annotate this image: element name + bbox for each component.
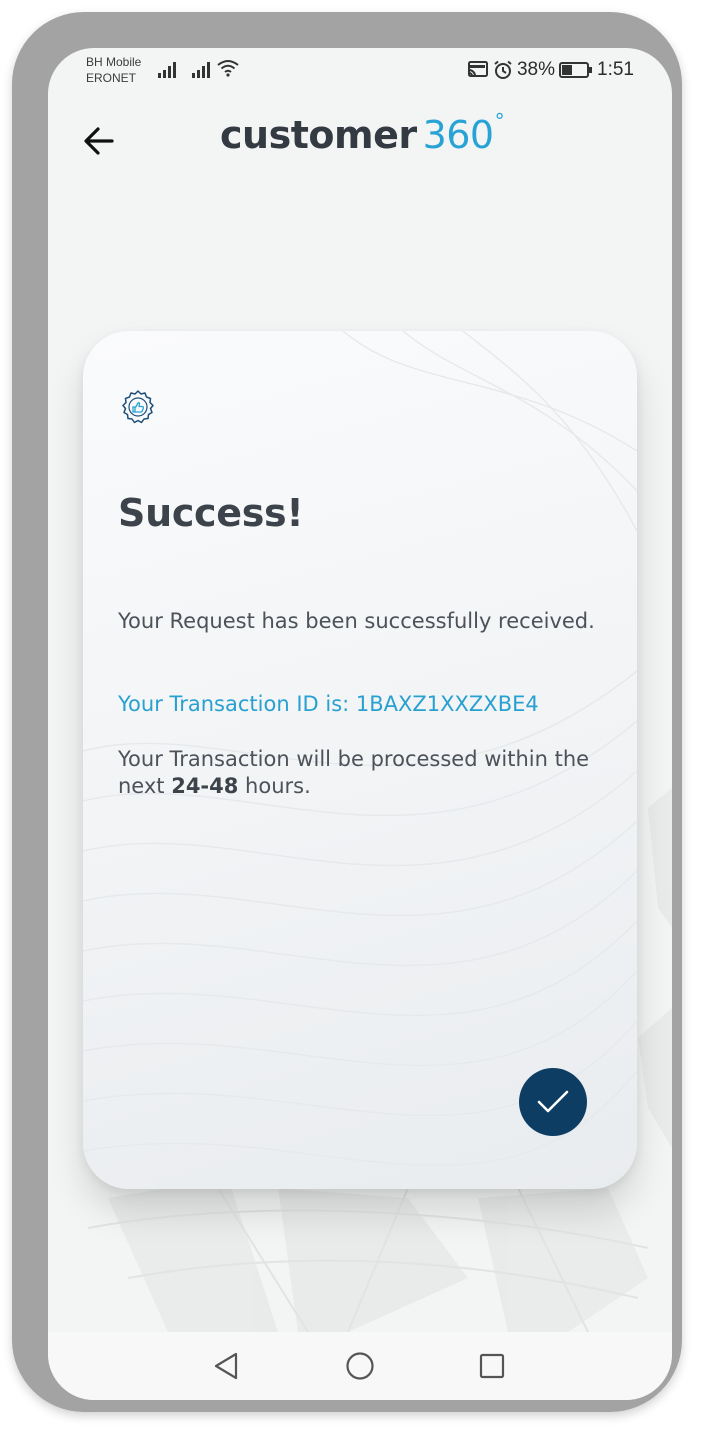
back-triangle-icon (214, 1352, 238, 1380)
cast-icon (467, 61, 488, 77)
confirm-button[interactable] (519, 1068, 587, 1136)
alarm-icon (494, 60, 512, 79)
nav-recents-button[interactable] (472, 1348, 512, 1384)
app-logo: customer 360 ° (220, 110, 505, 160)
wifi-icon (217, 60, 239, 77)
carrier-name: BH Mobile (86, 55, 142, 69)
carrier-label: BH Mobile ERONET (86, 54, 141, 86)
system-navigation-bar (48, 1332, 672, 1400)
logo-word: customer (220, 113, 417, 157)
processing-time-text: Your Transaction will be processed withi… (118, 746, 608, 800)
status-bar: BH Mobile ERONET 38% 1:51 (48, 48, 672, 92)
battery-icon (559, 62, 593, 78)
checkmark-icon (537, 1090, 569, 1113)
nav-back-button[interactable] (206, 1348, 246, 1384)
processing-hours: 24-48 (171, 774, 239, 798)
nav-home-button[interactable] (340, 1348, 380, 1384)
home-circle-icon (346, 1352, 374, 1380)
phone-frame: BH Mobile ERONET 38% 1:51 customer 360 °… (12, 12, 682, 1412)
back-button[interactable] (78, 120, 120, 162)
recents-square-icon (479, 1353, 505, 1379)
signal-icon (158, 62, 176, 78)
phone-screen: BH Mobile ERONET 38% 1:51 customer 360 °… (48, 48, 672, 1400)
transaction-id-text: Your Transaction ID is: 1BAXZ1XXZXBE4 (118, 692, 539, 716)
battery-percent: 38% (516, 59, 556, 80)
logo-degree: ° (494, 109, 505, 133)
signal-icon (192, 62, 210, 78)
arrow-left-icon (84, 127, 114, 155)
logo-number: 360 (422, 113, 495, 157)
clock-time: 1:51 (597, 59, 634, 80)
thumbs-up-badge-icon (122, 390, 154, 424)
success-card: Success! Your Request has been successfu… (83, 331, 637, 1189)
processing-text-end: hours. (238, 774, 311, 798)
success-title: Success! (118, 491, 304, 535)
carrier-network: ERONET (86, 71, 137, 85)
request-received-text: Your Request has been successfully recei… (118, 609, 595, 633)
status-right: 38% 1:51 (467, 58, 634, 82)
